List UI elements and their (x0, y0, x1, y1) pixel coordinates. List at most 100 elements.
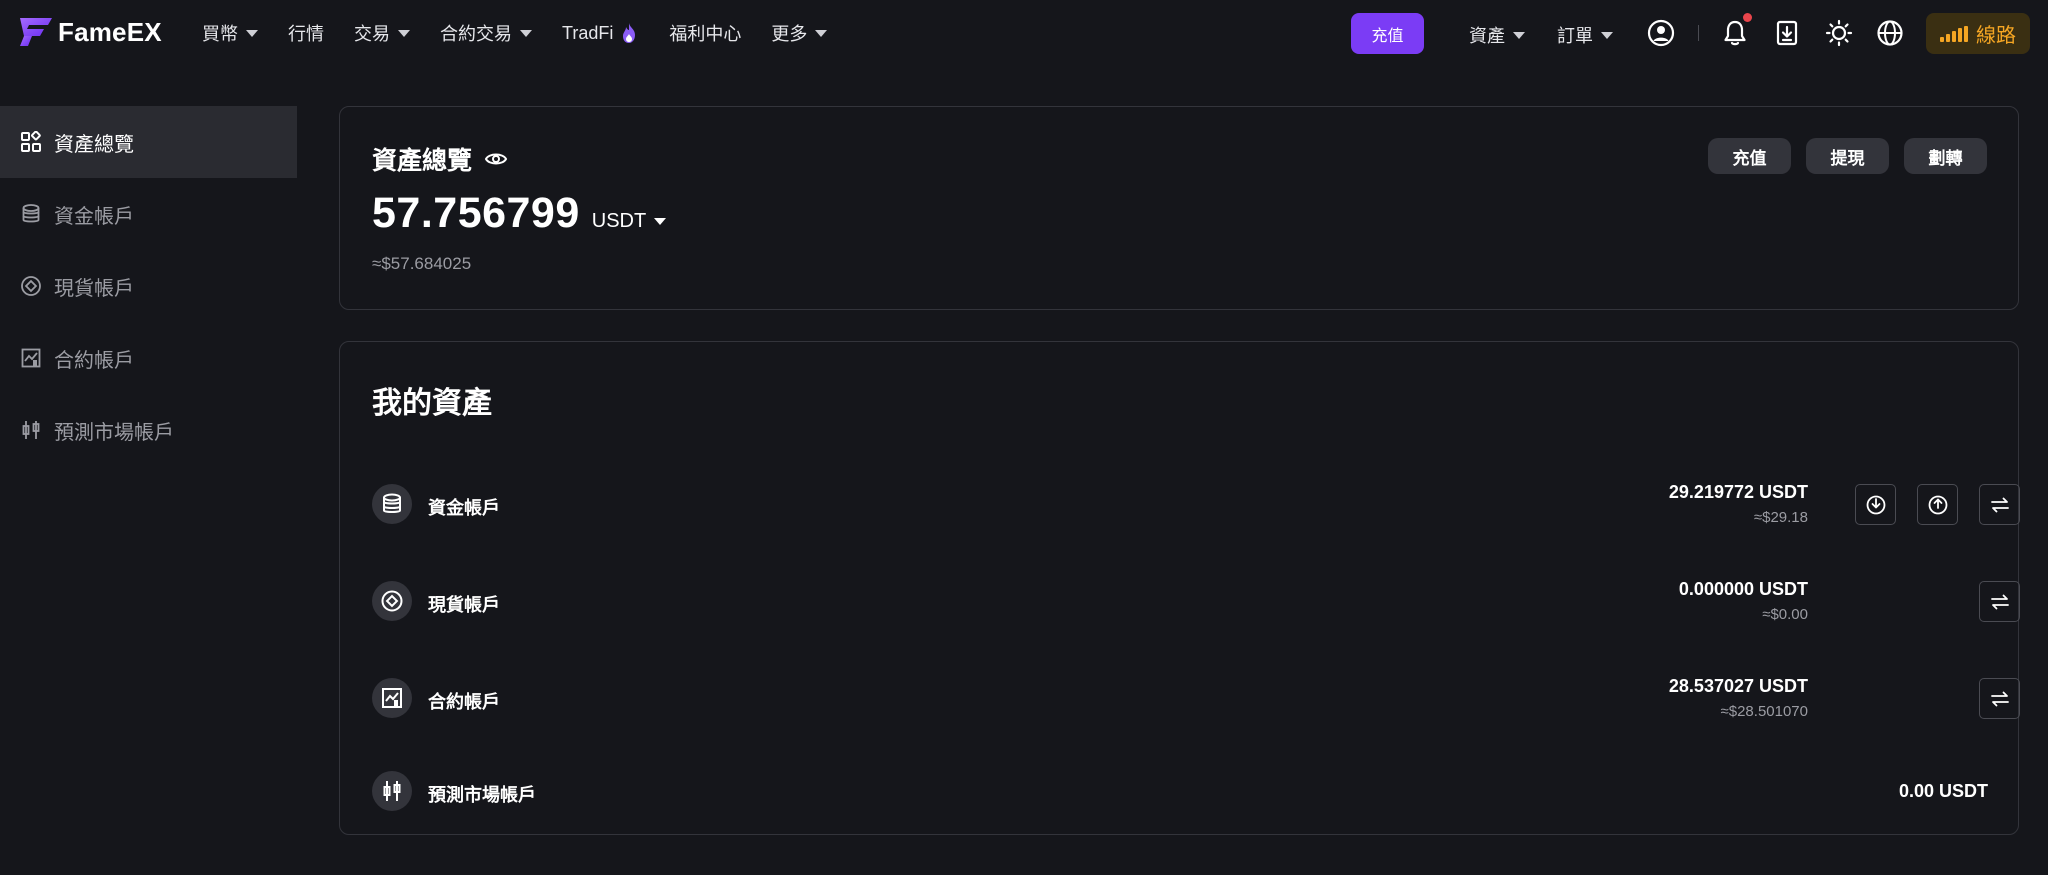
grid-icon (21, 131, 41, 152)
transfer-icon (1990, 594, 2009, 609)
sidebar-item-prediction-account[interactable]: 預測市場帳戶 (0, 394, 297, 466)
nav-label: 買幣 (202, 24, 238, 44)
overview-title-text: 資產總覽 (372, 147, 473, 175)
signal-icon (1940, 25, 1970, 42)
network-line-button[interactable]: 線路 (1926, 13, 2030, 54)
spot-icon (381, 590, 403, 612)
overview-withdraw-button[interactable]: 提現 (1806, 138, 1889, 174)
account-row-spot: 現貨帳戶 0.000000 USDT ≈$0.00 (372, 571, 2020, 631)
withdraw-icon (1928, 495, 1947, 514)
transfer-icon (1990, 691, 2009, 706)
overview-transfer-button[interactable]: 劃轉 (1904, 138, 1987, 174)
account-transfer-button[interactable] (1979, 678, 2020, 719)
candlestick-icon (22, 421, 40, 439)
candlestick-icon (383, 781, 401, 801)
account-balance-usd: ≈$0.00 (1762, 606, 1808, 623)
asset-overview-card: 資產總覽 57.756799 USDT ≈$57.684025 充值 提現 劃轉 (339, 106, 2019, 310)
main-nav: 買幣 行情 交易 合約交易 TradFi 福利中心 更多 (202, 0, 857, 66)
spot-icon (21, 276, 41, 296)
sun-icon[interactable] (1825, 19, 1853, 47)
chart-icon (21, 348, 41, 368)
my-assets-card: 我的資產 資金帳戶 29.219772 USDT ≈$29.18 現貨帳戶 0.… (339, 341, 2020, 835)
nav-markets[interactable]: 行情 (288, 20, 324, 46)
sidebar-item-label: 資產總覽 (54, 133, 134, 156)
account-icon (372, 678, 412, 718)
nav-label: 合約交易 (440, 24, 512, 44)
account-balance-usd: ≈$29.18 (1753, 509, 1808, 526)
sidebar-item-label: 合約帳戶 (54, 349, 134, 372)
account-deposit-button[interactable] (1855, 484, 1896, 525)
account-balance: 0.000000 USDT ≈$0.00 (1679, 579, 1808, 623)
bell-icon[interactable] (1721, 19, 1749, 47)
nav-rewards-center[interactable]: 福利中心 (669, 20, 741, 46)
nav-divider (1698, 25, 1699, 41)
account-icon (372, 771, 412, 811)
assets-menu[interactable]: 資產 (1469, 22, 1525, 48)
account-row-prediction: 預測市場帳戶 0.00 USDT (372, 761, 1988, 821)
nav-trade[interactable]: 交易 (354, 20, 410, 46)
my-assets-title: 我的資產 (372, 387, 492, 420)
overview-deposit-button[interactable]: 充值 (1708, 138, 1791, 174)
account-balance: 0.00 USDT (1899, 781, 1988, 802)
download-icon[interactable] (1773, 19, 1801, 47)
total-balance-value: 57.756799 (372, 189, 580, 237)
account-balance-value: 28.537027 USDT (1668, 676, 1808, 696)
transfer-icon (1990, 497, 2009, 512)
fire-icon (623, 23, 636, 43)
total-balance-usd: ≈$57.684025 (372, 254, 472, 273)
sidebar-item-label: 資金帳戶 (54, 205, 134, 228)
assets-menu-label: 資產 (1469, 26, 1505, 46)
orders-menu-label: 訂單 (1557, 26, 1593, 46)
deposit-icon (1866, 495, 1885, 514)
account-row-funding: 資金帳戶 29.219772 USDT ≈$29.18 (372, 474, 2020, 534)
account-transfer-button[interactable] (1979, 581, 2020, 622)
account-balance-usd: ≈$28.501070 (1720, 703, 1808, 720)
sidebar-item-spot-account[interactable]: 現貨帳戶 (0, 250, 297, 322)
brand-logo[interactable]: FameEX (18, 16, 162, 48)
nav-label: 福利中心 (669, 24, 742, 44)
sidebar-item-asset-overview[interactable]: 資產總覽 (0, 106, 297, 178)
account-row-futures: 合約帳戶 28.537027 USDT ≈$28.501070 (372, 668, 2020, 728)
account-transfer-button[interactable] (1979, 484, 2020, 525)
currency-label: USDT (591, 210, 647, 232)
nav-more[interactable]: 更多 (771, 20, 828, 46)
caret-down-icon (815, 29, 828, 37)
nav-futures[interactable]: 合約交易 (440, 20, 532, 46)
database-icon (383, 493, 401, 513)
account-name: 資金帳戶 (428, 498, 500, 518)
sidebar-item-label: 預測市場帳戶 (54, 421, 174, 444)
sidebar: 資產總覽 資金帳戶 現貨帳戶 合約帳戶 預測市場帳戶 (0, 106, 297, 466)
total-balance: 57.756799 USDT (372, 189, 667, 238)
nav-buy-crypto[interactable]: 買幣 (202, 20, 258, 46)
caret-down-icon (398, 29, 410, 37)
account-balance: 29.219772 USDT ≈$29.18 (1669, 482, 1808, 526)
eye-icon[interactable] (484, 147, 508, 171)
account-balance-value: 0.000000 USDT (1678, 579, 1808, 599)
account-withdraw-button[interactable] (1917, 484, 1958, 525)
account-name: 合約帳戶 (428, 692, 500, 712)
account-balance: 28.537027 USDT ≈$28.501070 (1669, 676, 1808, 720)
currency-selector[interactable]: USDT (591, 210, 667, 233)
sidebar-item-label: 現貨帳戶 (54, 277, 134, 300)
caret-down-icon (654, 218, 667, 225)
caret-down-icon (246, 29, 258, 37)
globe-icon[interactable] (1876, 19, 1904, 47)
account-balance-value: 29.219772 USDT (1668, 482, 1808, 502)
database-icon (22, 204, 40, 223)
caret-down-icon (520, 29, 532, 37)
nav-label: 更多 (771, 24, 808, 44)
account-name: 現貨帳戶 (428, 595, 500, 615)
fameex-logo-icon (20, 18, 52, 46)
user-icon[interactable] (1647, 19, 1675, 47)
sidebar-item-futures-account[interactable]: 合約帳戶 (0, 322, 297, 394)
top-bar: FameEX 買幣 行情 交易 合約交易 TradFi 福利中心 更多 充值 資… (0, 0, 2048, 66)
account-icon (372, 581, 412, 621)
brand-name: FameEX (58, 16, 162, 47)
deposit-button[interactable]: 充值 (1351, 13, 1424, 54)
sidebar-item-funding-account[interactable]: 資金帳戶 (0, 178, 297, 250)
nav-tradfi[interactable]: TradFi (562, 22, 639, 44)
orders-menu[interactable]: 訂單 (1557, 22, 1613, 48)
network-line-label: 線路 (1976, 25, 2016, 47)
notification-dot (1743, 13, 1752, 22)
overview-title: 資產總覽 (372, 141, 508, 177)
